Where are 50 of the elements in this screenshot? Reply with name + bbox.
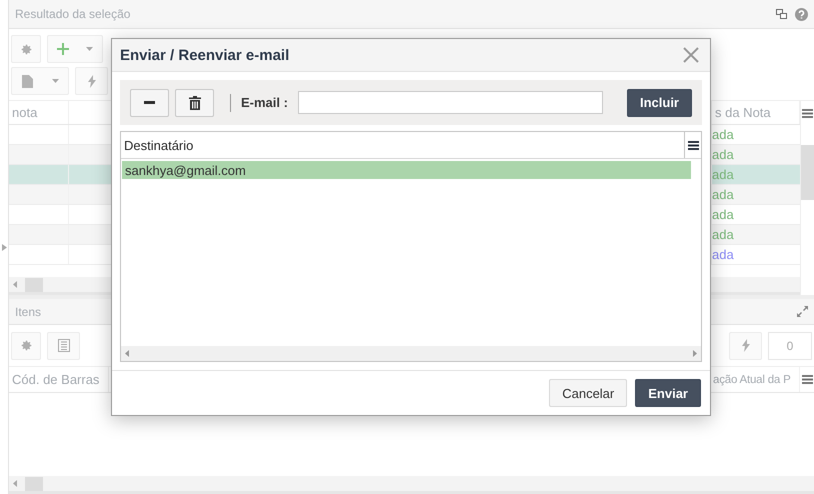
status-text: ada: [712, 226, 735, 244]
panel-title: Resultado da seleção: [15, 7, 132, 21]
menu-icon[interactable]: [688, 140, 698, 150]
remove-button[interactable]: [130, 88, 169, 116]
scroll-thumb[interactable]: [25, 476, 43, 490]
export-button[interactable]: [11, 67, 69, 95]
caret-icon: [52, 79, 58, 83]
trash-icon: [188, 96, 200, 110]
gear-icon: [20, 42, 32, 56]
email-field[interactable]: [298, 91, 603, 114]
scroll-thumb[interactable]: [801, 145, 814, 200]
close-button[interactable]: [682, 46, 700, 64]
email-label: E-mail :: [241, 95, 288, 110]
expand-arrow-icon[interactable]: [2, 244, 6, 250]
lightning-icon: [88, 74, 96, 88]
add-button[interactable]: [47, 35, 103, 63]
caret-icon: [86, 47, 94, 51]
status-text: ada: [712, 126, 735, 144]
recipient-row[interactable]: sankhya@gmail.com: [122, 161, 691, 179]
list-icon: [58, 339, 70, 352]
plus-icon: [56, 43, 69, 55]
scroll-right-icon[interactable]: [693, 350, 697, 357]
scroll-left-icon[interactable]: [125, 350, 129, 357]
minus-icon: [144, 101, 155, 104]
scroll-left-icon[interactable]: [13, 281, 17, 288]
scroll-thumb[interactable]: [25, 278, 43, 292]
status-text: ada: [712, 146, 735, 164]
dialog-title: Enviar / Reenviar e-mail: [120, 46, 290, 64]
include-button[interactable]: Incluir: [626, 88, 692, 116]
action-button[interactable]: [729, 332, 762, 360]
settings-button[interactable]: [11, 35, 41, 63]
list-button[interactable]: [47, 332, 80, 360]
delete-button[interactable]: [175, 88, 214, 116]
settings-button[interactable]: [11, 332, 41, 360]
gear-icon: [20, 339, 32, 352]
status-text: ada: [712, 206, 735, 224]
scroll-left-icon[interactable]: [13, 480, 17, 487]
windows-icon[interactable]: [776, 9, 787, 19]
send-button[interactable]: Enviar: [635, 379, 701, 407]
status-text: ada: [712, 246, 735, 264]
lightning-icon: [742, 339, 750, 352]
status-text: ada: [712, 166, 735, 184]
help-icon[interactable]: [795, 8, 808, 20]
panel-title: Itens: [15, 304, 42, 318]
cancel-button[interactable]: Cancelar: [549, 379, 628, 407]
column-header[interactable]: Destinatário: [121, 132, 685, 158]
document-icon: [22, 74, 32, 88]
status-text: ada: [712, 186, 735, 204]
expand-icon[interactable]: [797, 306, 808, 317]
action-button[interactable]: [75, 67, 108, 95]
